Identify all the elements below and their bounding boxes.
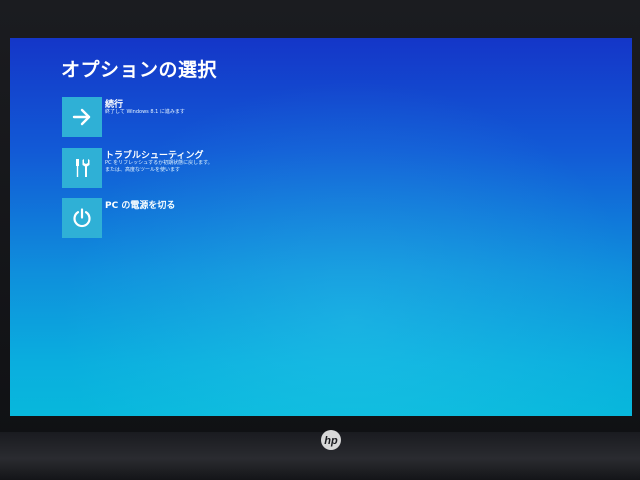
svg-text:hp: hp	[324, 435, 338, 447]
power-icon	[73, 208, 91, 228]
troubleshoot-description: PC をリフレッシュするか初期状態に戻します。または、高度なツールを使います	[105, 160, 213, 173]
troubleshoot-tile[interactable]	[62, 148, 102, 188]
page-title: オプションの選択	[61, 59, 218, 81]
turn-off-tile[interactable]	[62, 198, 102, 238]
arrow-right-icon	[72, 108, 91, 126]
tools-icon	[76, 159, 90, 177]
recovery-screen: オプションの選択 続行 終了して Windows 8.1 に進みます トラブルシ…	[10, 38, 632, 416]
hp-logo: hp	[321, 430, 341, 450]
turn-off-title: PC の電源を切る	[105, 201, 176, 211]
troubleshoot-option[interactable]: トラブルシューティング PC をリフレッシュするか初期状態に戻します。または、高…	[62, 148, 362, 188]
continue-description: 終了して Windows 8.1 に進みます	[105, 109, 185, 115]
continue-option[interactable]: 続行 終了して Windows 8.1 に進みます	[62, 97, 362, 137]
turn-off-option[interactable]: PC の電源を切る	[62, 198, 362, 238]
continue-tile[interactable]	[62, 97, 102, 137]
